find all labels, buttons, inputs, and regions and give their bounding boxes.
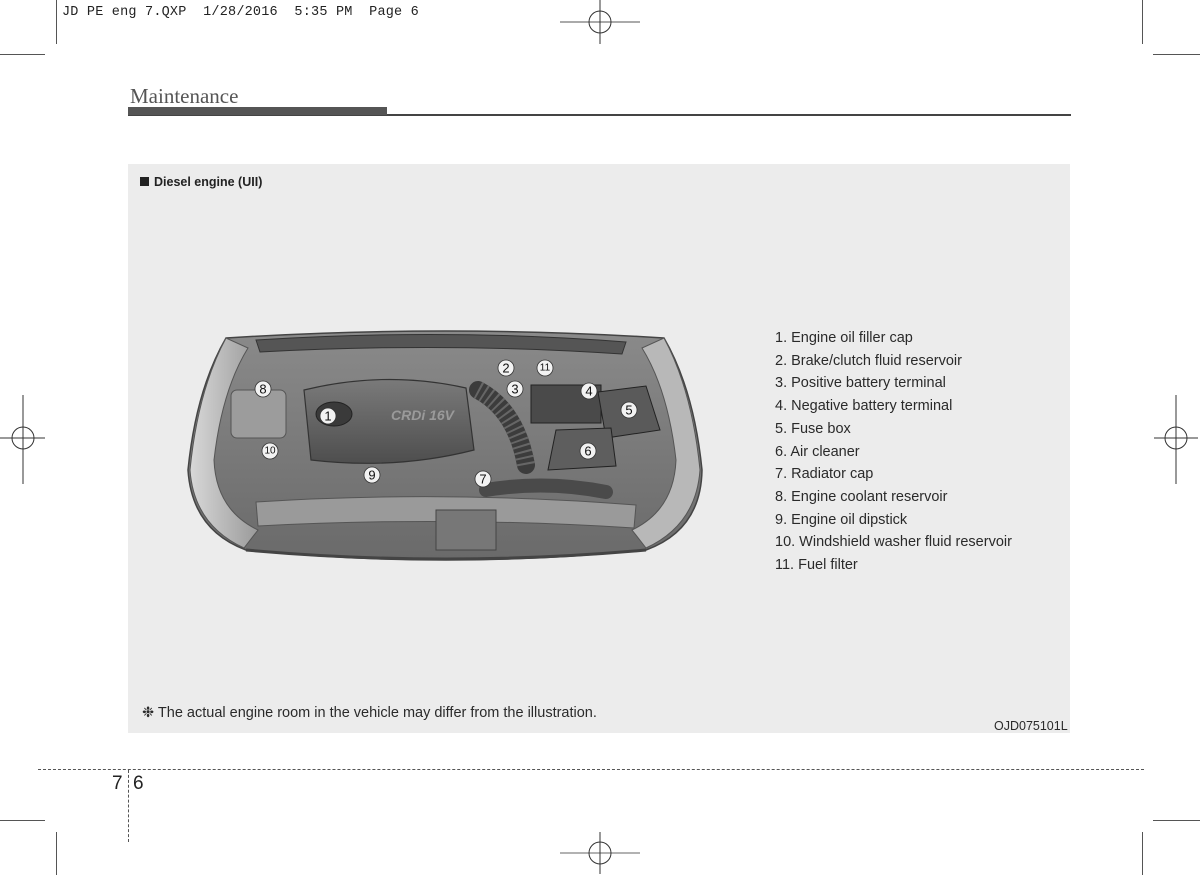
legend-item: 11. Fuel filter <box>775 557 858 574</box>
print-slug: JD PE eng 7.QXP 1/28/2016 5:35 PM Page 6 <box>62 5 419 20</box>
legend-item: 7. Radiator cap <box>775 466 874 483</box>
callout-11: 11 <box>536 359 554 377</box>
callout-5: 5 <box>620 401 638 419</box>
illustration-note: ❉ The actual engine room in the vehicle … <box>142 705 597 721</box>
callout-10: 10 <box>261 442 279 460</box>
crop-mark <box>0 54 45 55</box>
footer-rule <box>38 769 1144 770</box>
panel-heading-text: Diesel engine (UII) <box>154 175 263 189</box>
hood-latch <box>435 509 497 551</box>
svg-text:7: 7 <box>479 472 486 487</box>
registration-mark-top <box>560 0 640 44</box>
crop-mark <box>56 832 57 875</box>
registration-mark-left <box>0 395 45 484</box>
callout-1: 1 <box>319 407 337 425</box>
callout-7: 7 <box>474 470 492 488</box>
legend-item: 3. Positive battery terminal <box>775 375 946 392</box>
section-title: Maintenance <box>130 84 239 108</box>
svg-text:8: 8 <box>259 382 266 397</box>
callout-8: 8 <box>254 380 272 398</box>
page-number-divider <box>128 770 129 842</box>
crop-mark <box>1153 820 1200 821</box>
registration-mark-right <box>1154 395 1198 484</box>
svg-text:4: 4 <box>585 384 592 399</box>
crop-mark <box>56 0 57 44</box>
panel-heading: Diesel engine (UII) <box>140 175 262 189</box>
crop-mark <box>0 820 45 821</box>
page-number: 6 <box>133 773 144 794</box>
square-bullet-icon <box>140 177 149 186</box>
svg-text:5: 5 <box>625 403 632 418</box>
svg-text:2: 2 <box>502 361 509 376</box>
chapter-number: 7 <box>112 773 123 794</box>
svg-text:3: 3 <box>511 382 518 397</box>
callout-4: 4 <box>580 382 598 400</box>
callout-3: 3 <box>506 380 524 398</box>
component-legend: 1. Engine oil filler cap 2. Brake/clutch… <box>775 327 1012 577</box>
crop-mark <box>1142 832 1143 875</box>
title-rule-accent <box>128 107 387 115</box>
registration-mark-bottom <box>560 832 640 874</box>
legend-item: 6. Air cleaner <box>775 443 860 460</box>
legend-item: 1. Engine oil filler cap <box>775 330 913 346</box>
svg-text:11: 11 <box>540 363 551 374</box>
legend-item: 5. Fuse box <box>775 420 851 437</box>
svg-text:9: 9 <box>368 468 375 483</box>
engine-bay-illustration: CRDi 16V 1 2 3 4 5 6 7 8 9 10 11 <box>187 330 703 561</box>
callout-9: 9 <box>363 466 381 484</box>
crop-mark <box>1142 0 1143 44</box>
svg-text:1: 1 <box>324 409 331 424</box>
coolant-reservoir <box>230 389 287 439</box>
legend-item: 10. Windshield washer fluid reservoir <box>775 534 1012 551</box>
legend-item: 2. Brake/clutch fluid reservoir <box>775 352 962 369</box>
crop-mark <box>1153 54 1200 55</box>
radiator-hose <box>479 478 613 499</box>
svg-text:10: 10 <box>264 446 276 457</box>
svg-text:6: 6 <box>584 444 591 459</box>
image-code: OJD075101L <box>994 719 1068 733</box>
legend-item: 4. Negative battery terminal <box>775 398 953 415</box>
engine-cover-label: CRDi 16V <box>391 407 456 423</box>
callout-2: 2 <box>497 359 515 377</box>
legend-item: 9. Engine oil dipstick <box>775 511 908 528</box>
callout-6: 6 <box>579 442 597 460</box>
legend-item: 8. Engine coolant reservoir <box>775 488 948 505</box>
